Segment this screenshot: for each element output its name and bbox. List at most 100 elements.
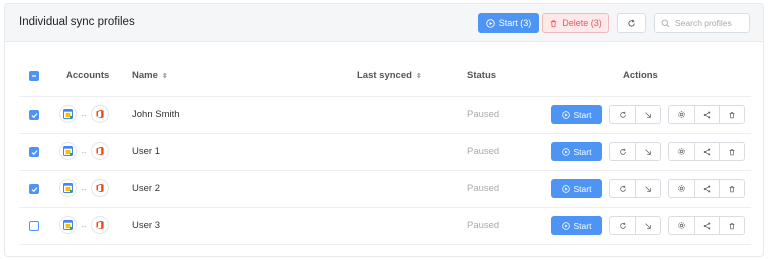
profile-name: User 1: [132, 146, 160, 157]
office-icon: [91, 179, 109, 197]
expand-button[interactable]: [635, 106, 660, 123]
sync-now-button[interactable]: [610, 217, 635, 234]
status-text: Paused: [467, 220, 500, 231]
profile-actions-group: [668, 142, 745, 161]
expand-button[interactable]: [635, 217, 660, 234]
delete-selected-button[interactable]: Delete (3): [542, 13, 609, 33]
share-icon: [703, 148, 711, 155]
arrow-down-right-icon: [645, 185, 651, 192]
sync-arrows-icon: ↔: [80, 220, 88, 230]
gear-icon: [678, 111, 685, 118]
share-button[interactable]: [694, 143, 719, 160]
profile-actions-group: [668, 105, 745, 124]
settings-button[interactable]: [669, 143, 694, 160]
column-header-name[interactable]: Name ⬍: [132, 70, 168, 81]
sync-now-button[interactable]: [610, 106, 635, 123]
settings-button[interactable]: [669, 106, 694, 123]
expand-button[interactable]: [635, 180, 660, 197]
delete-row-button[interactable]: [719, 143, 744, 160]
page-title: Individual sync profiles: [19, 16, 135, 28]
search-box[interactable]: [654, 13, 750, 33]
sync-profiles-panel: Individual sync profiles Start (3) Delet…: [4, 3, 764, 257]
share-icon: [703, 222, 711, 229]
expand-button[interactable]: [635, 143, 660, 160]
sort-icon: ⬍: [161, 72, 168, 80]
refresh-icon: [619, 148, 626, 155]
office-icon: [91, 105, 109, 123]
profile-name: User 3: [132, 220, 160, 231]
play-circle-icon: [561, 184, 570, 193]
sync-actions-group: [609, 179, 661, 198]
sync-now-button[interactable]: [610, 143, 635, 160]
play-circle-icon: [561, 147, 570, 156]
office-icon: [91, 216, 109, 234]
start-selected-label: Start (3): [498, 18, 532, 28]
status-text: Paused: [467, 146, 500, 157]
delete-row-button[interactable]: [719, 106, 744, 123]
share-button[interactable]: [694, 106, 719, 123]
row-start-label: Start: [573, 220, 592, 231]
sort-icon: ⬍: [415, 72, 422, 80]
gear-icon: [678, 185, 685, 192]
table-row: ↔ User 1 Paused Start: [5, 134, 763, 171]
row-start-button[interactable]: Start: [551, 216, 602, 235]
row-checkbox[interactable]: [29, 221, 39, 231]
search-icon: [661, 19, 670, 27]
start-selected-button[interactable]: Start (3): [478, 13, 539, 33]
row-checkbox[interactable]: [29, 110, 39, 120]
play-circle-icon: [486, 18, 495, 28]
table-row: ↔ John Smith Paused Start: [5, 97, 763, 134]
trash-icon: [729, 222, 735, 229]
sync-arrows-icon: ↔: [80, 183, 88, 193]
table-row: ↔ User 3 Paused Start: [5, 208, 763, 245]
row-start-label: Start: [573, 146, 592, 157]
play-circle-icon: [561, 221, 570, 230]
check-icon: [31, 186, 37, 192]
check-icon: [31, 112, 37, 118]
divider: [19, 244, 751, 245]
status-text: Paused: [467, 183, 500, 194]
share-icon: [703, 185, 711, 192]
google-calendar-icon: [59, 216, 77, 234]
row-checkbox[interactable]: [29, 147, 39, 157]
column-header-last-synced-label: Last synced: [357, 70, 412, 81]
google-calendar-icon: [59, 142, 77, 160]
delete-row-button[interactable]: [719, 217, 744, 234]
profile-name: John Smith: [132, 109, 180, 120]
refresh-icon: [619, 111, 626, 118]
panel-header: Individual sync profiles Start (3) Delet…: [5, 4, 763, 42]
refresh-icon: [619, 185, 626, 192]
column-header-last-synced[interactable]: Last synced ⬍: [357, 70, 422, 81]
profile-actions-group: [668, 216, 745, 235]
row-start-button[interactable]: Start: [551, 142, 602, 161]
search-input[interactable]: [675, 18, 745, 28]
sync-arrows-icon: ↔: [80, 109, 88, 119]
settings-button[interactable]: [669, 180, 694, 197]
trash-icon: [729, 111, 735, 118]
row-start-button[interactable]: Start: [551, 105, 602, 124]
share-button[interactable]: [694, 180, 719, 197]
delete-selected-label: Delete (3): [562, 18, 602, 28]
sync-now-button[interactable]: [610, 180, 635, 197]
refresh-button[interactable]: [617, 13, 646, 33]
select-all-checkbox[interactable]: [29, 71, 39, 81]
trash-icon: [729, 148, 735, 155]
delete-row-button[interactable]: [719, 180, 744, 197]
column-header-status: Status: [467, 70, 497, 81]
check-icon: [31, 149, 37, 155]
column-header-accounts: Accounts: [66, 70, 110, 81]
profile-name: User 2: [132, 183, 160, 194]
row-checkbox[interactable]: [29, 184, 39, 194]
column-header-actions: Actions: [623, 70, 658, 81]
row-start-button[interactable]: Start: [551, 179, 602, 198]
refresh-icon: [628, 19, 635, 27]
table-row: ↔ User 2 Paused Start: [5, 171, 763, 208]
sync-actions-group: [609, 216, 661, 235]
settings-button[interactable]: [669, 217, 694, 234]
play-circle-icon: [561, 110, 570, 119]
share-button[interactable]: [694, 217, 719, 234]
linked-accounts: ↔: [59, 142, 109, 160]
linked-accounts: ↔: [59, 216, 109, 234]
arrow-down-right-icon: [645, 111, 651, 118]
linked-accounts: ↔: [59, 179, 109, 197]
